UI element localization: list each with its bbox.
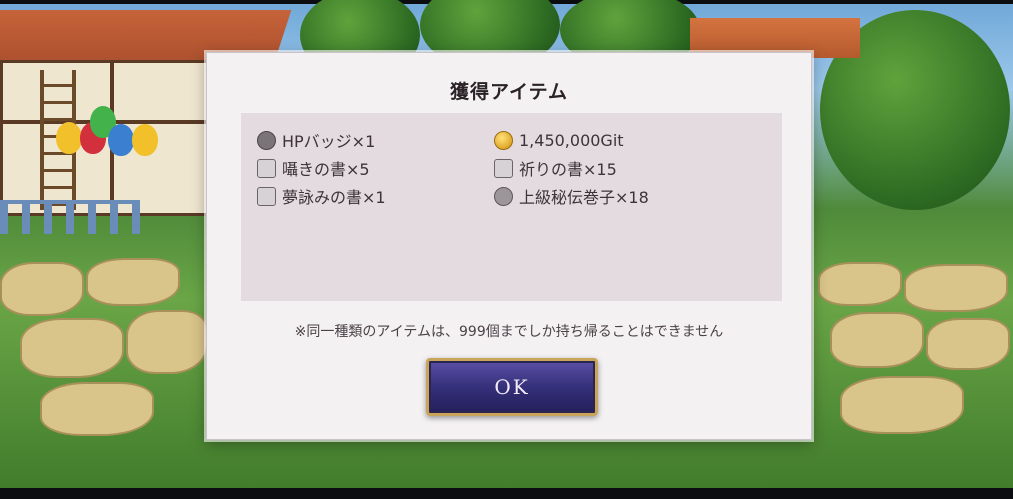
item-label: 囁きの書×5 xyxy=(282,160,370,179)
list-item: HPバッジ×1 xyxy=(257,129,375,151)
list-item: 祈りの書×15 xyxy=(494,157,617,179)
path-stone xyxy=(926,318,1010,370)
book-icon xyxy=(494,158,513,178)
path-stone xyxy=(0,262,84,316)
item-label: 祈りの書×15 xyxy=(519,160,617,179)
balloon xyxy=(108,124,134,156)
dialog-title: 獲得アイテム xyxy=(449,81,569,103)
ok-button[interactable]: OK xyxy=(426,358,598,416)
item-label: 1,450,000Git xyxy=(519,130,624,150)
path-stone xyxy=(20,318,124,378)
path-stone xyxy=(126,310,208,374)
item-list-panel: HPバッジ×1 囁きの書×5 夢詠みの書×1 1,450,000Git 祈りの書… xyxy=(241,113,782,301)
badge-icon xyxy=(257,130,276,150)
list-item: 夢詠みの書×1 xyxy=(257,185,386,207)
fence xyxy=(0,200,140,234)
path-stone xyxy=(86,258,180,306)
coin-icon xyxy=(494,130,513,150)
scroll-icon xyxy=(494,186,513,206)
balloon xyxy=(56,122,82,154)
path-stone xyxy=(40,382,154,436)
path-stone xyxy=(818,262,902,306)
book-icon xyxy=(257,186,276,206)
path-stone xyxy=(840,376,964,434)
balloon xyxy=(132,124,158,156)
list-item: 1,450,000Git xyxy=(494,129,624,151)
item-label: HPバッジ×1 xyxy=(282,132,376,151)
list-item: 上級秘伝巻子×18 xyxy=(494,185,649,207)
ok-button-label: OK xyxy=(494,375,530,399)
item-acquired-dialog: 獲得アイテム HPバッジ×1 囁きの書×5 夢詠みの書×1 1,450,000G… xyxy=(206,52,812,440)
book-icon xyxy=(257,158,276,178)
path-stone xyxy=(830,312,924,368)
letterbox-bottom xyxy=(0,488,1013,499)
item-label: 上級秘伝巻子×18 xyxy=(519,188,649,207)
item-limit-notice: ※同一種類のアイテムは、999個までしか持ち帰ることはできません xyxy=(294,324,724,340)
item-label: 夢詠みの書×1 xyxy=(282,188,386,207)
list-item: 囁きの書×5 xyxy=(257,157,370,179)
path-stone xyxy=(904,264,1008,312)
